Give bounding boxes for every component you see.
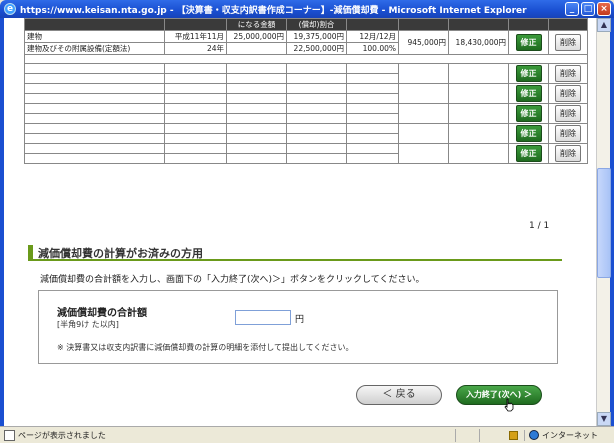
header-cell (398, 18, 449, 31)
delete-button[interactable]: 削除 (555, 65, 581, 82)
scroll-up-icon[interactable]: ▲ (597, 18, 611, 32)
window-title: https://www.keisan.nta.go.jp - 【決算書・収支内訳… (20, 5, 527, 16)
edit-button[interactable]: 修正 (515, 125, 542, 142)
delete-button[interactable]: 削除 (555, 34, 581, 51)
heading-marker (28, 245, 33, 259)
delete-button[interactable]: 削除 (555, 105, 581, 122)
ie-logo-icon: e (4, 3, 16, 15)
globe-icon (529, 430, 539, 440)
finish-next-button[interactable]: 入力終了(次へ) ＞ (456, 385, 542, 405)
total-depreciation-input[interactable] (235, 310, 291, 325)
vertical-scrollbar[interactable]: ▲ ▼ (596, 18, 611, 426)
header-cell: になる金額 (226, 18, 287, 31)
header-cell (448, 18, 509, 31)
spacer-row (24, 54, 588, 64)
section-heading: 減価償却費の計算がお済みの方用 (28, 244, 562, 261)
table-row: 修正 削除 (24, 123, 588, 144)
edit-button[interactable]: 修正 (515, 85, 542, 102)
depreciation-ratio: 100.00% (346, 42, 399, 55)
table-row: 修正 削除 (24, 63, 588, 84)
yen-unit: 円 (295, 315, 305, 325)
maximize-button[interactable]: □ (581, 2, 595, 16)
delete-button[interactable]: 削除 (555, 125, 581, 142)
security-zone: インターネット (524, 429, 614, 441)
table-row: 修正 削除 (24, 103, 588, 124)
table-row: 建物 平成11年11月 25,000,000円 19,375,000円 12月/… (24, 30, 588, 55)
edit-button[interactable]: 修正 (515, 34, 542, 51)
header-cell: (償却)割合 (286, 18, 347, 31)
edit-button[interactable]: 修正 (515, 105, 542, 122)
zone-label: インターネット (542, 430, 598, 440)
attachment-note: ※ 決算書又は収支内訳書に減価償却費の計算の明細を添付して提出してください。 (57, 343, 354, 352)
scroll-thumb[interactable] (597, 168, 611, 278)
page-viewport: になる金額 (償却)割合 建物 平成11年11月 25,000,000円 19,… (4, 18, 596, 426)
delete-cell: 削除 (548, 30, 588, 55)
total-input-box: 減価償却費の合計額 [半角9け た以内] 円 ※ 決算書又は収支内訳書に減価償却… (38, 290, 558, 364)
acquisition-date: 24年 (164, 42, 227, 55)
total-field-label: 減価償却費の合計額 (57, 308, 147, 319)
section-heading-text: 減価償却費の計算がお済みの方用 (38, 247, 203, 260)
depreciation-basis: 22,500,000円 (286, 42, 347, 55)
total-field-hint: [半角9け た以内] (57, 320, 119, 329)
status-bar: ページが表示されました インターネット (0, 426, 614, 443)
table-row: 修正 削除 (24, 143, 588, 164)
acquisition-cost: 25,000,000円 (226, 30, 287, 43)
window-controls: _ □ × (565, 2, 611, 16)
status-text: ページが表示されました (18, 430, 106, 440)
hand-cursor-icon (504, 398, 514, 412)
close-button[interactable]: × (597, 2, 611, 16)
back-button[interactable]: ＜ 戻る (356, 385, 442, 405)
table-header-row: になる金額 (償却)割合 (24, 18, 588, 31)
header-cell (164, 18, 227, 31)
scroll-down-icon[interactable]: ▼ (597, 412, 611, 426)
edit-cell: 修正 (508, 30, 549, 55)
header-cell (24, 18, 165, 31)
window-title-bar: e https://www.keisan.nta.go.jp - 【決算書・収支… (0, 0, 614, 18)
table-row: 修正 削除 (24, 83, 588, 104)
acquisition-cost (226, 42, 287, 55)
minimize-button[interactable]: _ (565, 2, 579, 16)
asset-name: 建物及びその附属設備(定額法) (24, 42, 165, 55)
header-cell (508, 18, 549, 31)
header-cell (548, 18, 588, 31)
header-cell (346, 18, 399, 31)
depreciation-amount: 945,000円 (398, 30, 449, 55)
acquisition-date: 平成11年11月 (164, 30, 227, 43)
depreciation-table: になる金額 (償却)割合 建物 平成11年11月 25,000,000円 19,… (24, 18, 588, 164)
pagination: 1 / 1 (529, 221, 550, 231)
edit-button[interactable]: 修正 (515, 145, 542, 162)
instruction-text: 減価償却費の合計額を入力し、画面下の「入力終了(次へ)＞」ボタンをクリックしてく… (40, 275, 425, 285)
edit-button[interactable]: 修正 (515, 65, 542, 82)
asset-name: 建物 (24, 30, 165, 43)
ending-balance: 18,430,000円 (448, 30, 509, 55)
ssl-lock-icon (509, 430, 518, 440)
depreciation-basis: 19,375,000円 (286, 30, 347, 43)
delete-button[interactable]: 削除 (555, 145, 581, 162)
page-icon (4, 429, 15, 441)
delete-button[interactable]: 削除 (555, 85, 581, 102)
depreciation-ratio: 12月/12月 (346, 30, 399, 43)
